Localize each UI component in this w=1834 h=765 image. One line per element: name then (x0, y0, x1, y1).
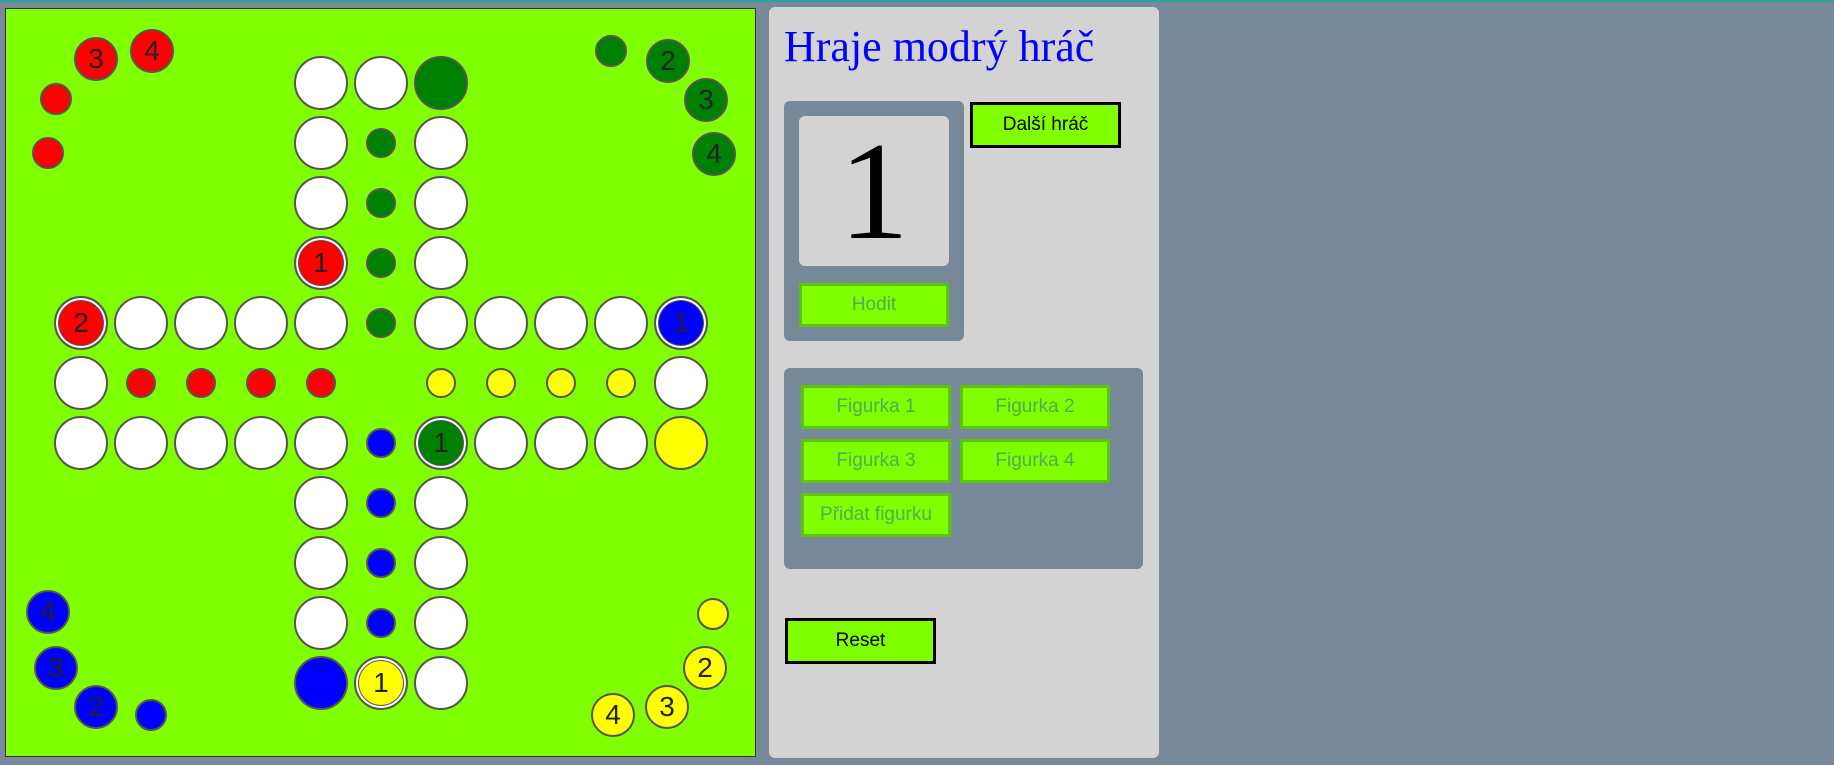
home-piece[interactable]: 2 (683, 646, 727, 690)
board-field[interactable] (114, 296, 168, 350)
board-field[interactable] (654, 356, 708, 410)
board-field[interactable] (126, 368, 156, 398)
board-field[interactable] (426, 368, 456, 398)
piece-2-button[interactable]: Figurka 2 (960, 385, 1110, 429)
home-piece[interactable]: 3 (34, 646, 78, 690)
home-piece[interactable]: 2 (646, 39, 690, 83)
window-top-border (0, 0, 1834, 2)
board-field[interactable] (414, 56, 468, 110)
reset-button[interactable]: Reset (785, 618, 936, 664)
roll-button[interactable]: Hodit (799, 283, 949, 327)
next-player-button[interactable]: Další hráč (970, 102, 1121, 148)
game-board[interactable]: 1211134234432234 (5, 8, 756, 757)
board-field[interactable] (294, 596, 348, 650)
board-field[interactable] (294, 656, 348, 710)
board-field[interactable] (186, 368, 216, 398)
board-field[interactable] (594, 296, 648, 350)
home-piece[interactable]: 2 (74, 685, 118, 729)
board-field[interactable] (366, 188, 396, 218)
piece-1-button[interactable]: Figurka 1 (801, 385, 951, 429)
home-piece[interactable]: 4 (26, 590, 70, 634)
board-field[interactable] (414, 596, 468, 650)
home-piece[interactable] (40, 83, 72, 115)
board-field[interactable] (366, 248, 396, 278)
home-piece[interactable] (135, 699, 167, 731)
dice-box: 1 Hodit (784, 101, 964, 341)
board-field[interactable] (366, 308, 396, 338)
board-field[interactable] (294, 416, 348, 470)
add-piece-button[interactable]: Přidat figurku (801, 493, 951, 537)
board-field[interactable] (294, 176, 348, 230)
board-field[interactable]: 1 (294, 236, 348, 290)
board-field[interactable] (174, 416, 228, 470)
dice-face: 1 (799, 114, 949, 269)
board-field[interactable]: 2 (54, 296, 108, 350)
board-field[interactable] (414, 236, 468, 290)
board-field[interactable] (414, 296, 468, 350)
home-piece[interactable] (697, 598, 729, 630)
piece-4-button[interactable]: Figurka 4 (960, 439, 1110, 483)
board-field[interactable] (414, 176, 468, 230)
board-field[interactable] (474, 296, 528, 350)
board-field[interactable] (606, 368, 636, 398)
board-field[interactable] (294, 116, 348, 170)
board-field[interactable] (234, 416, 288, 470)
board-field[interactable] (534, 416, 588, 470)
board-field[interactable] (366, 428, 396, 458)
home-piece[interactable]: 4 (130, 29, 174, 73)
board-field[interactable]: 1 (354, 656, 408, 710)
board-field[interactable] (414, 116, 468, 170)
board-field[interactable] (294, 476, 348, 530)
board-field[interactable] (654, 416, 708, 470)
home-piece[interactable]: 3 (74, 37, 118, 81)
home-piece[interactable]: 3 (684, 78, 728, 122)
piece-selection-box: Figurka 1 Figurka 2 Figurka 3 Figurka 4 … (784, 368, 1143, 569)
home-piece[interactable] (32, 137, 64, 169)
board-field[interactable] (366, 608, 396, 638)
board-field[interactable] (54, 416, 108, 470)
board-field[interactable] (354, 56, 408, 110)
board-field[interactable] (414, 476, 468, 530)
board-field[interactable] (486, 368, 516, 398)
board-field[interactable] (366, 128, 396, 158)
home-piece[interactable]: 4 (692, 132, 736, 176)
board-field[interactable] (294, 536, 348, 590)
home-piece[interactable]: 4 (591, 693, 635, 737)
board-field[interactable] (174, 296, 228, 350)
board-field[interactable] (534, 296, 588, 350)
board-field[interactable] (294, 56, 348, 110)
board-field[interactable] (234, 296, 288, 350)
home-piece[interactable] (595, 35, 627, 67)
board-field[interactable] (294, 296, 348, 350)
board-field[interactable] (546, 368, 576, 398)
board-field[interactable] (246, 368, 276, 398)
control-panel: Hraje modrý hráč 1 Hodit Další hráč Figu… (769, 7, 1159, 758)
board-field[interactable] (366, 488, 396, 518)
board-field[interactable]: 1 (414, 416, 468, 470)
piece-3-button[interactable]: Figurka 3 (801, 439, 951, 483)
current-player-title: Hraje modrý hráč (784, 22, 1095, 71)
board-field[interactable]: 1 (654, 296, 708, 350)
board-field[interactable] (306, 368, 336, 398)
home-piece[interactable]: 3 (645, 685, 689, 729)
board-field[interactable] (414, 656, 468, 710)
board-field[interactable] (414, 536, 468, 590)
board-field[interactable] (114, 416, 168, 470)
board-field[interactable] (366, 548, 396, 578)
board-field[interactable] (54, 356, 108, 410)
board-field[interactable] (474, 416, 528, 470)
board-field[interactable] (594, 416, 648, 470)
